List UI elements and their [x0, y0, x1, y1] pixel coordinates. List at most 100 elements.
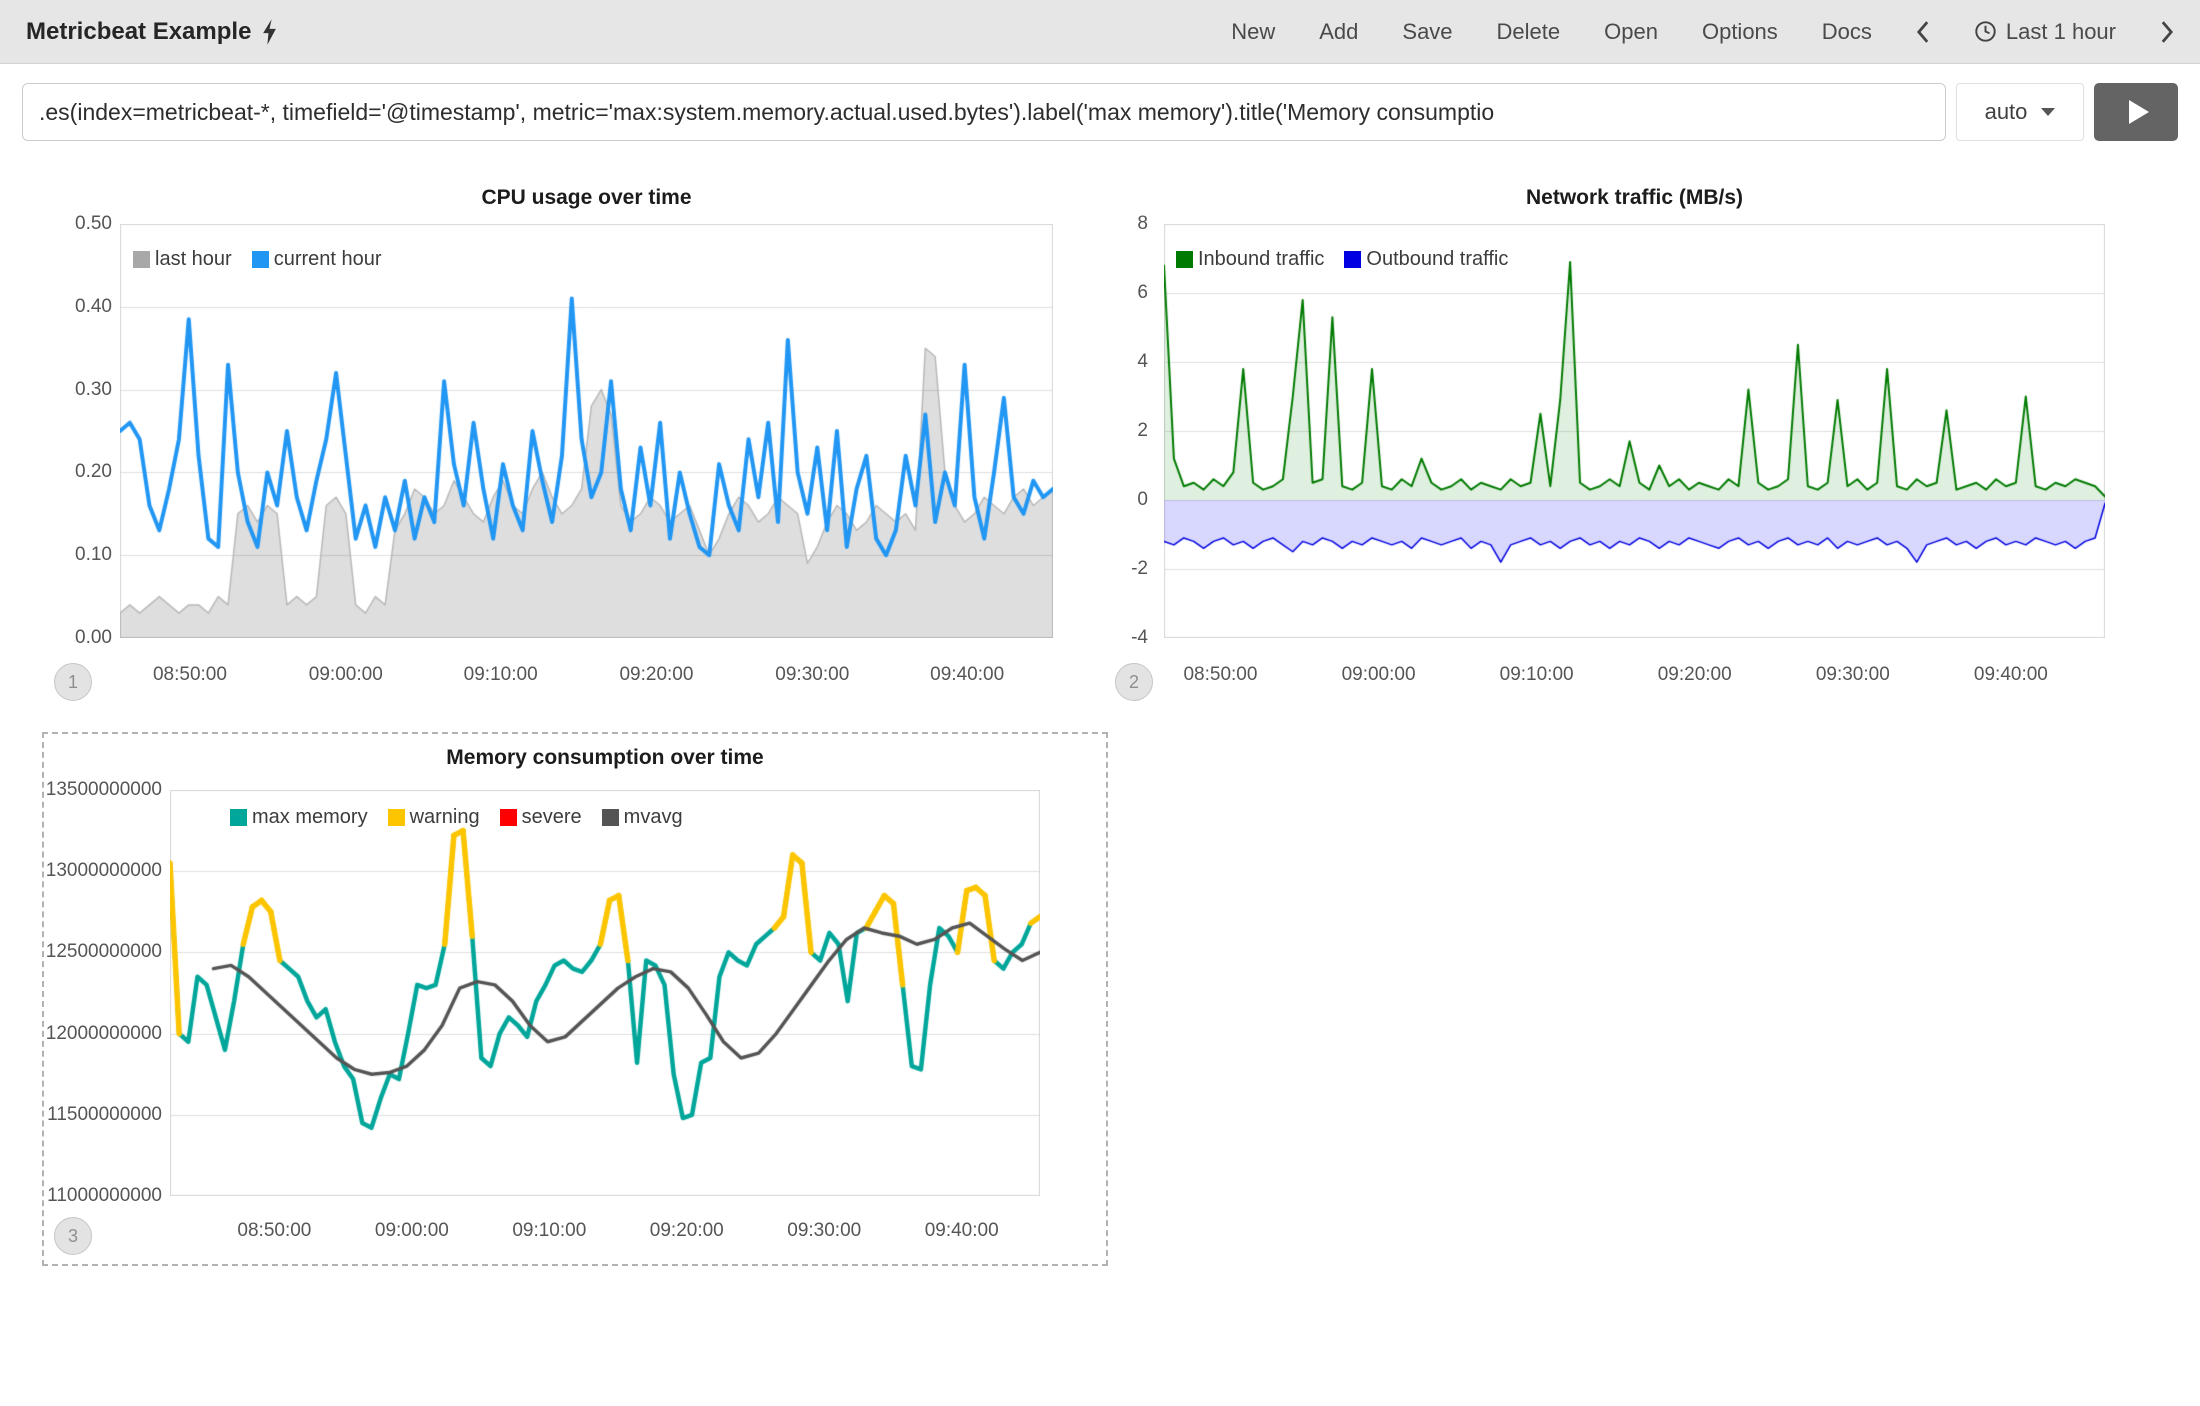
- chart-panel-network[interactable]: Network traffic (MB/s) 8 6 4 2 0 -2 -4 I…: [1100, 172, 2120, 722]
- chart-panel-cpu[interactable]: CPU usage over time 0.50 0.40 0.30 0.20 …: [40, 172, 1060, 722]
- cpu-usage-chart[interactable]: [120, 224, 1053, 638]
- y-tick: 8: [1137, 213, 1148, 235]
- legend-swatch: [1344, 251, 1361, 268]
- y-tick: 0.30: [75, 379, 112, 401]
- y-tick: 0.10: [75, 544, 112, 566]
- x-tick: 09:40:00: [930, 662, 1004, 688]
- y-axis-labels: 0.50 0.40 0.30 0.20 0.10 0.00: [40, 213, 112, 649]
- x-tick: 08:50:00: [1183, 662, 1257, 688]
- legend-swatch: [252, 251, 269, 268]
- panel-number-badge: 1: [54, 663, 92, 701]
- legend-item[interactable]: warning: [388, 806, 480, 829]
- chart-title: Memory consumption over time: [170, 746, 1040, 770]
- nav-new[interactable]: New: [1231, 19, 1275, 45]
- timelion-app: Metricbeat Example New Add Save Delete O…: [0, 0, 2200, 1406]
- x-tick: 09:30:00: [775, 662, 849, 688]
- x-tick: 09:10:00: [512, 1218, 586, 1244]
- panel-number-badge: 3: [54, 1217, 92, 1255]
- y-tick: 13500000000: [46, 779, 162, 801]
- top-bar: Metricbeat Example New Add Save Delete O…: [0, 0, 2200, 64]
- y-axis-labels: 13500000000 13000000000 12500000000 1200…: [44, 779, 162, 1207]
- nav-add[interactable]: Add: [1319, 19, 1358, 45]
- nav-options[interactable]: Options: [1702, 19, 1778, 45]
- legend-label: warning: [410, 806, 480, 829]
- x-tick: 09:00:00: [1342, 662, 1416, 688]
- x-tick: 08:50:00: [153, 662, 227, 688]
- lightning-bolt-icon: [261, 19, 278, 45]
- y-tick: 2: [1137, 420, 1148, 442]
- legend-label: mvavg: [624, 806, 683, 829]
- x-tick: 08:50:00: [237, 1218, 311, 1244]
- y-tick: -4: [1131, 627, 1148, 649]
- legend-item[interactable]: current hour: [252, 248, 382, 271]
- legend-swatch: [230, 809, 247, 826]
- legend-label: last hour: [155, 248, 232, 271]
- interval-select[interactable]: auto: [1956, 83, 2084, 141]
- x-tick: 09:10:00: [1500, 662, 1574, 688]
- query-bar: auto: [0, 65, 2200, 141]
- x-tick: 09:40:00: [1974, 662, 2048, 688]
- app-title: Metricbeat Example: [26, 18, 278, 46]
- y-axis-labels: 8 6 4 2 0 -2 -4: [1100, 213, 1148, 649]
- nav-open[interactable]: Open: [1604, 19, 1658, 45]
- chevron-left-icon[interactable]: [1916, 20, 1930, 44]
- legend-swatch: [133, 251, 150, 268]
- x-tick: 09:30:00: [1816, 662, 1890, 688]
- legend-swatch: [500, 809, 517, 826]
- chart-legend: last hour current hour: [133, 248, 382, 271]
- nav-save[interactable]: Save: [1402, 19, 1452, 45]
- chevron-right-icon[interactable]: [2160, 20, 2174, 44]
- legend-item[interactable]: Outbound traffic: [1344, 248, 1508, 271]
- legend-item[interactable]: mvavg: [602, 806, 683, 829]
- x-axis-labels: 08:50:00 09:00:00 09:10:00 09:20:00 09:3…: [170, 1218, 1040, 1244]
- y-tick: 0.00: [75, 627, 112, 649]
- nav-docs[interactable]: Docs: [1822, 19, 1872, 45]
- y-tick: 12000000000: [46, 1023, 162, 1045]
- chart-legend: Inbound traffic Outbound traffic: [1176, 248, 1508, 271]
- legend-label: current hour: [274, 248, 382, 271]
- legend-label: Outbound traffic: [1366, 248, 1508, 271]
- x-tick: 09:00:00: [309, 662, 383, 688]
- y-tick: 4: [1137, 351, 1148, 373]
- x-tick: 09:40:00: [925, 1218, 999, 1244]
- timelion-query-input[interactable]: [22, 83, 1946, 141]
- legend-swatch: [388, 809, 405, 826]
- network-traffic-chart[interactable]: [1164, 224, 2105, 638]
- legend-label: Inbound traffic: [1198, 248, 1324, 271]
- chart-panel-memory[interactable]: Memory consumption over time 13500000000…: [42, 732, 1108, 1266]
- clock-icon: [1974, 20, 1997, 43]
- top-nav: New Add Save Delete Open Options Docs La…: [1231, 19, 2174, 45]
- chevron-down-icon: [2041, 108, 2055, 116]
- timepicker-label: Last 1 hour: [2006, 19, 2116, 45]
- timepicker-button[interactable]: Last 1 hour: [1974, 19, 2116, 45]
- x-tick: 09:10:00: [464, 662, 538, 688]
- x-tick: 09:20:00: [650, 1218, 724, 1244]
- legend-item[interactable]: Inbound traffic: [1176, 248, 1324, 271]
- interval-value: auto: [1985, 99, 2028, 125]
- y-tick: 6: [1137, 282, 1148, 304]
- run-query-button[interactable]: [2094, 83, 2178, 141]
- x-axis-labels: 08:50:00 09:00:00 09:10:00 09:20:00 09:3…: [1164, 662, 2105, 688]
- y-tick: -2: [1131, 558, 1148, 580]
- y-tick: 12500000000: [46, 941, 162, 963]
- chart-title: Network traffic (MB/s): [1164, 186, 2105, 210]
- chart-title: CPU usage over time: [120, 186, 1053, 210]
- legend-swatch: [602, 809, 619, 826]
- y-tick: 13000000000: [46, 860, 162, 882]
- y-tick: 0.50: [75, 213, 112, 235]
- x-tick: 09:20:00: [1658, 662, 1732, 688]
- legend-item[interactable]: last hour: [133, 248, 232, 271]
- panel-number-badge: 2: [1115, 663, 1153, 701]
- y-tick: 0.40: [75, 296, 112, 318]
- memory-consumption-chart[interactable]: [170, 790, 1040, 1196]
- x-axis-labels: 08:50:00 09:00:00 09:10:00 09:20:00 09:3…: [120, 662, 1053, 688]
- app-title-text: Metricbeat Example: [26, 18, 251, 46]
- y-tick: 11500000000: [47, 1104, 162, 1126]
- legend-label: max memory: [252, 806, 368, 829]
- legend-item[interactable]: severe: [500, 806, 582, 829]
- y-tick: 11000000000: [47, 1185, 162, 1207]
- x-tick: 09:20:00: [619, 662, 693, 688]
- legend-item[interactable]: max memory: [230, 806, 368, 829]
- nav-delete[interactable]: Delete: [1497, 19, 1561, 45]
- legend-swatch: [1176, 251, 1193, 268]
